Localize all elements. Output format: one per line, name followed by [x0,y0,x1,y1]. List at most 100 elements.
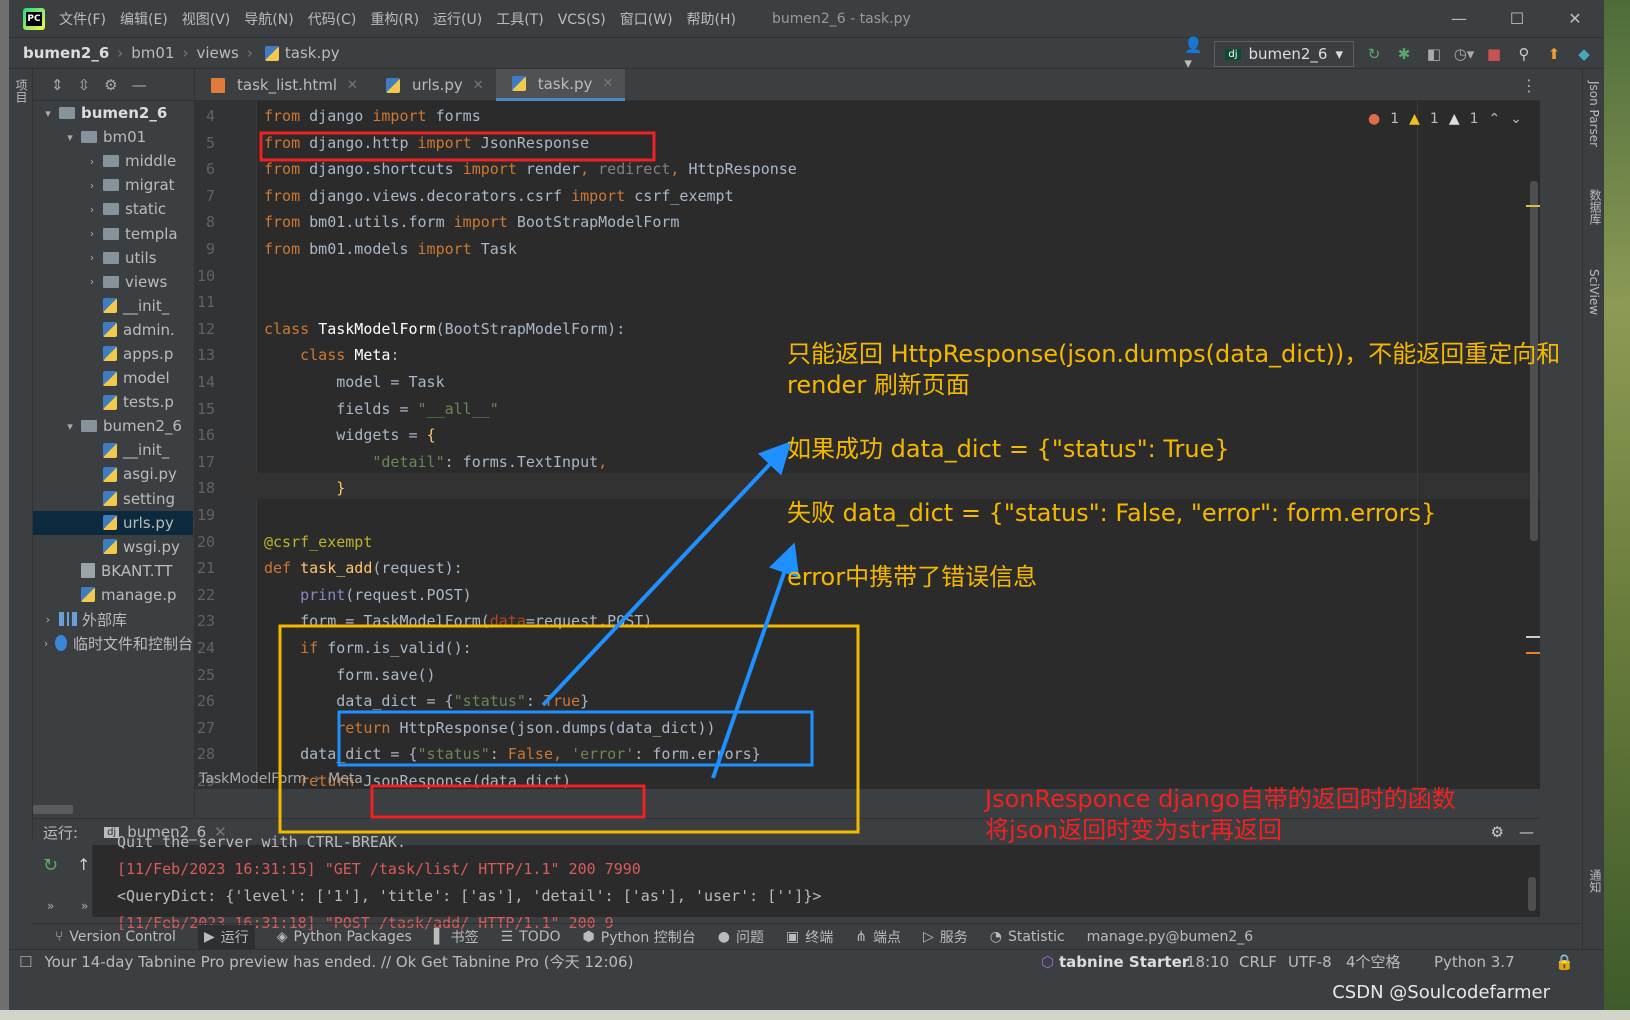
search-icon[interactable]: ⚲ [1514,44,1534,64]
inspection-widget[interactable]: ● 1 ▲ 1 ▲ 1 ⌃ ⌄ [1368,111,1522,127]
expand-arrow-icon[interactable]: › [85,275,99,288]
gear-icon[interactable]: ⚙ [1491,823,1504,841]
tree-item[interactable]: › views [33,270,193,294]
menu-item[interactable]: 导航(N) [244,12,293,28]
breadcrumb-class[interactable]: TaskModelForm [199,771,307,787]
editor-tab[interactable]: task_list.html ✕ [195,69,370,101]
tool-window-button[interactable]: ▌ 书签 [434,927,479,947]
tree-item[interactable]: BKANT.TT [33,559,193,583]
menu-item[interactable]: 窗口(W) [620,12,673,28]
expand-arrow-icon[interactable]: ▾ [63,420,77,433]
project-tool-button[interactable]: 项目 [13,79,30,103]
indent-setting[interactable]: 4个空格 [1346,951,1401,972]
file-encoding[interactable]: UTF-8 [1288,953,1332,971]
tree-item[interactable]: › static [33,197,193,221]
tree-item[interactable]: › migrat [33,173,193,197]
tree-item[interactable]: › 外部库 [33,607,193,631]
sciview-tool-button[interactable]: SciView [1587,269,1601,315]
tree-item[interactable]: asgi.py [33,462,193,486]
tool-window-button[interactable]: ⋔ 端点 [855,927,901,947]
collapse-all-icon[interactable]: ⇳ [78,76,91,94]
gear-icon[interactable]: ⚙ [104,76,117,94]
expand-arrow-icon[interactable]: › [41,637,51,650]
minimize-button[interactable]: — [1430,0,1488,37]
tool-window-button[interactable]: ◈ Python Packages [277,929,412,945]
user-icon[interactable]: 👤▾ [1184,36,1204,72]
menu-item[interactable]: 视图(V) [182,12,231,28]
menu-item[interactable]: 编辑(E) [120,12,168,28]
tool-window-button[interactable]: ⬢ Python 控制台 [583,927,696,947]
rerun-icon[interactable]: ↻ [43,855,58,876]
expand-arrow-icon[interactable]: › [85,227,99,240]
status-message[interactable]: Your 14-day Tabnine Pro preview has ende… [44,951,633,972]
tree-item[interactable]: wsgi.py [33,535,193,559]
json-parser-tool-button[interactable]: Json Parser [1587,81,1601,147]
console-scrollbar[interactable] [1528,877,1536,911]
expand-arrow-icon[interactable]: › [85,251,99,264]
tree-item[interactable]: admin. [33,318,193,342]
tree-item[interactable]: __init_ [33,438,193,462]
hide-icon[interactable]: — [1519,823,1534,841]
tree-item[interactable]: › middle [33,149,193,173]
tree-item[interactable]: › templa [33,221,193,245]
tree-item[interactable]: apps.p [33,342,193,366]
prev-problem-icon[interactable]: ⌃ [1489,111,1501,127]
crumb-file[interactable]: task.py [285,44,340,62]
menu-item[interactable]: VCS(S) [558,12,606,28]
menu-item[interactable]: 重构(R) [370,12,419,28]
close-tab-icon[interactable]: ✕ [473,78,484,93]
expand-arrow-icon[interactable]: ▾ [41,107,55,120]
tool-window-button[interactable]: ◔ Statistic [990,929,1065,945]
close-window-button[interactable]: ✕ [1546,0,1604,37]
lock-icon[interactable]: 🔒 [1555,953,1574,971]
panel-toggle-icon[interactable]: ☐ [19,953,32,971]
editor-tab[interactable]: task.py ✕ [495,69,626,101]
tree-item[interactable]: tests.p [33,390,193,414]
tool-window-button[interactable]: ▶ 运行 [197,924,255,949]
more-icon[interactable]: » [47,899,54,913]
notifications-tool-button[interactable]: 通知 [1587,869,1604,893]
run-config-select[interactable]: dj bumen2_6 ▾ [1214,41,1354,67]
tabnine-status[interactable]: tabnine Starter [1059,953,1189,971]
line-separator[interactable]: CRLF [1239,953,1277,971]
menu-item[interactable]: 工具(T) [496,12,543,28]
tool-window-button[interactable]: ☰ TODO [501,929,561,945]
profile-icon[interactable]: ◷▾ [1454,44,1475,64]
expand-arrow-icon[interactable]: ▾ [63,131,77,144]
caret-position[interactable]: 18:10 [1186,953,1229,971]
expand-arrow-icon[interactable]: › [85,179,99,192]
menu-item[interactable]: 帮助(H) [687,12,736,28]
update-icon[interactable]: ⬆ [1544,44,1564,64]
crumb-views[interactable]: views [197,44,239,62]
rerun-icon[interactable]: ↻ [1364,44,1384,64]
menu-item[interactable]: 代码(C) [308,12,357,28]
tree-item[interactable]: › utils [33,246,193,270]
more-icon[interactable]: » [81,899,88,913]
tool-window-button[interactable]: ⑂ Version Control [55,929,176,945]
tabs-more-icon[interactable]: ⋮ [1521,76,1537,95]
crumb-project[interactable]: bumen2_6 [23,44,109,62]
up-arrow-icon[interactable]: ↑ [77,855,90,874]
tree-item[interactable]: › 临时文件和控制台 [33,631,193,655]
database-tool-button[interactable]: 数据库 [1587,189,1604,225]
tool-window-button[interactable]: ▷ 服务 [923,927,968,947]
tree-item[interactable]: ▾ bm01 [33,125,193,149]
tree-item[interactable]: ▾ bumen2_6 [33,101,193,125]
tree-item[interactable]: urls.py [33,510,193,535]
expand-arrow-icon[interactable]: › [41,613,55,626]
tree-item[interactable]: setting [33,487,193,511]
python-interpreter[interactable]: Python 3.7 [1434,953,1515,971]
maximize-button[interactable]: ☐ [1488,0,1546,37]
crumb-bm01[interactable]: bm01 [131,44,174,62]
next-problem-icon[interactable]: ⌄ [1510,111,1522,127]
coverage-icon[interactable]: ◧ [1424,44,1444,64]
expand-arrow-icon[interactable]: › [85,203,99,216]
close-tab-icon[interactable]: ✕ [347,78,358,93]
close-tab-icon[interactable]: ✕ [602,76,613,91]
tree-item[interactable]: ▾ bumen2_6 [33,414,193,438]
menu-item[interactable]: 运行(U) [433,12,482,28]
expand-all-icon[interactable]: ⇕ [51,76,64,94]
tree-horizontal-scrollbar[interactable] [33,805,73,814]
menu-item[interactable]: 文件(F) [59,12,106,28]
tree-item[interactable]: __init_ [33,294,193,318]
